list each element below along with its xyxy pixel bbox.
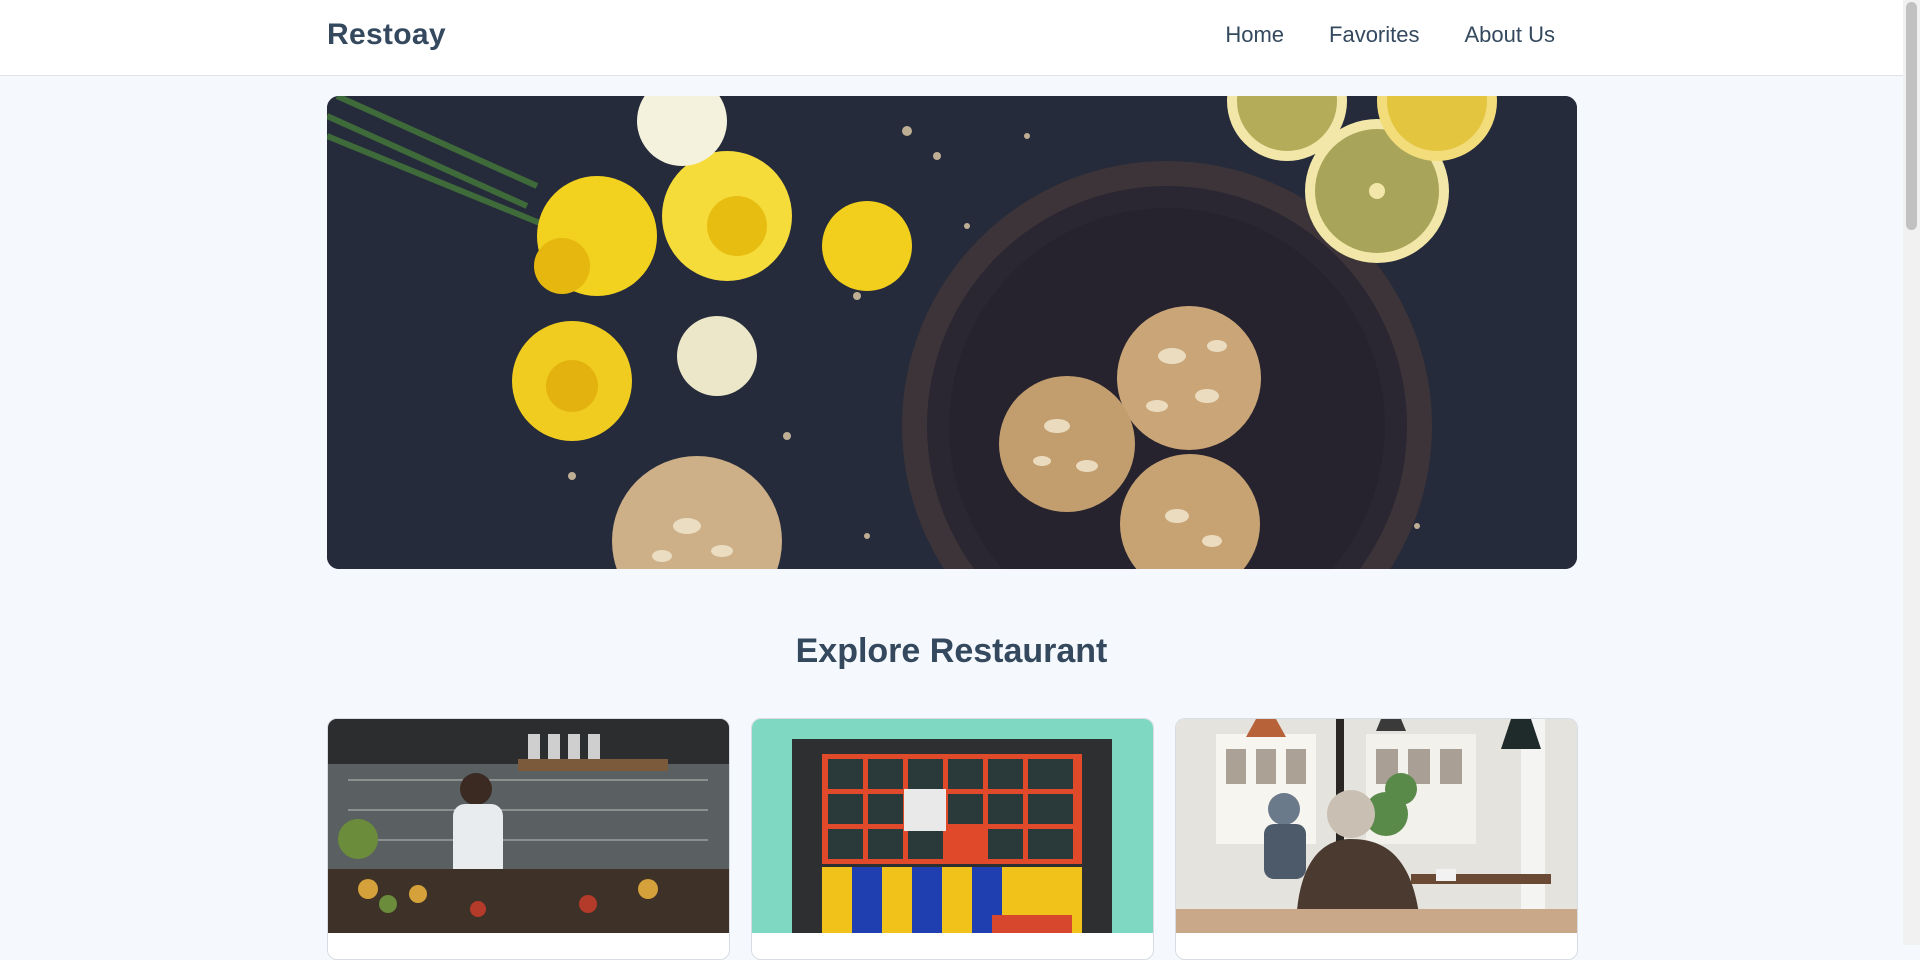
restaurant-card[interactable] — [751, 718, 1154, 960]
scrollbar-thumb[interactable] — [1906, 2, 1917, 230]
restaurant-card-image — [752, 719, 1153, 933]
hero-image — [327, 96, 1577, 569]
brand-logo[interactable]: Restoay — [327, 18, 446, 52]
restaurant-card[interactable] — [1175, 718, 1578, 960]
nav-link-about-us[interactable]: About Us — [1465, 22, 1556, 48]
explore-restaurant-heading: Explore Restaurant — [795, 632, 1108, 670]
restaurant-card-image — [328, 719, 729, 933]
nav-links: Home Favorites About Us — [1225, 22, 1555, 48]
nav-link-favorites[interactable]: Favorites — [1329, 22, 1419, 48]
page-scrollbar[interactable] — [1903, 0, 1920, 945]
hero-food-illustration — [327, 96, 1577, 569]
nav-link-home[interactable]: Home — [1225, 22, 1284, 48]
restaurant-card-image — [1176, 719, 1577, 933]
top-navbar: Restoay Home Favorites About Us — [0, 0, 1903, 76]
restaurant-card[interactable] — [327, 718, 730, 960]
